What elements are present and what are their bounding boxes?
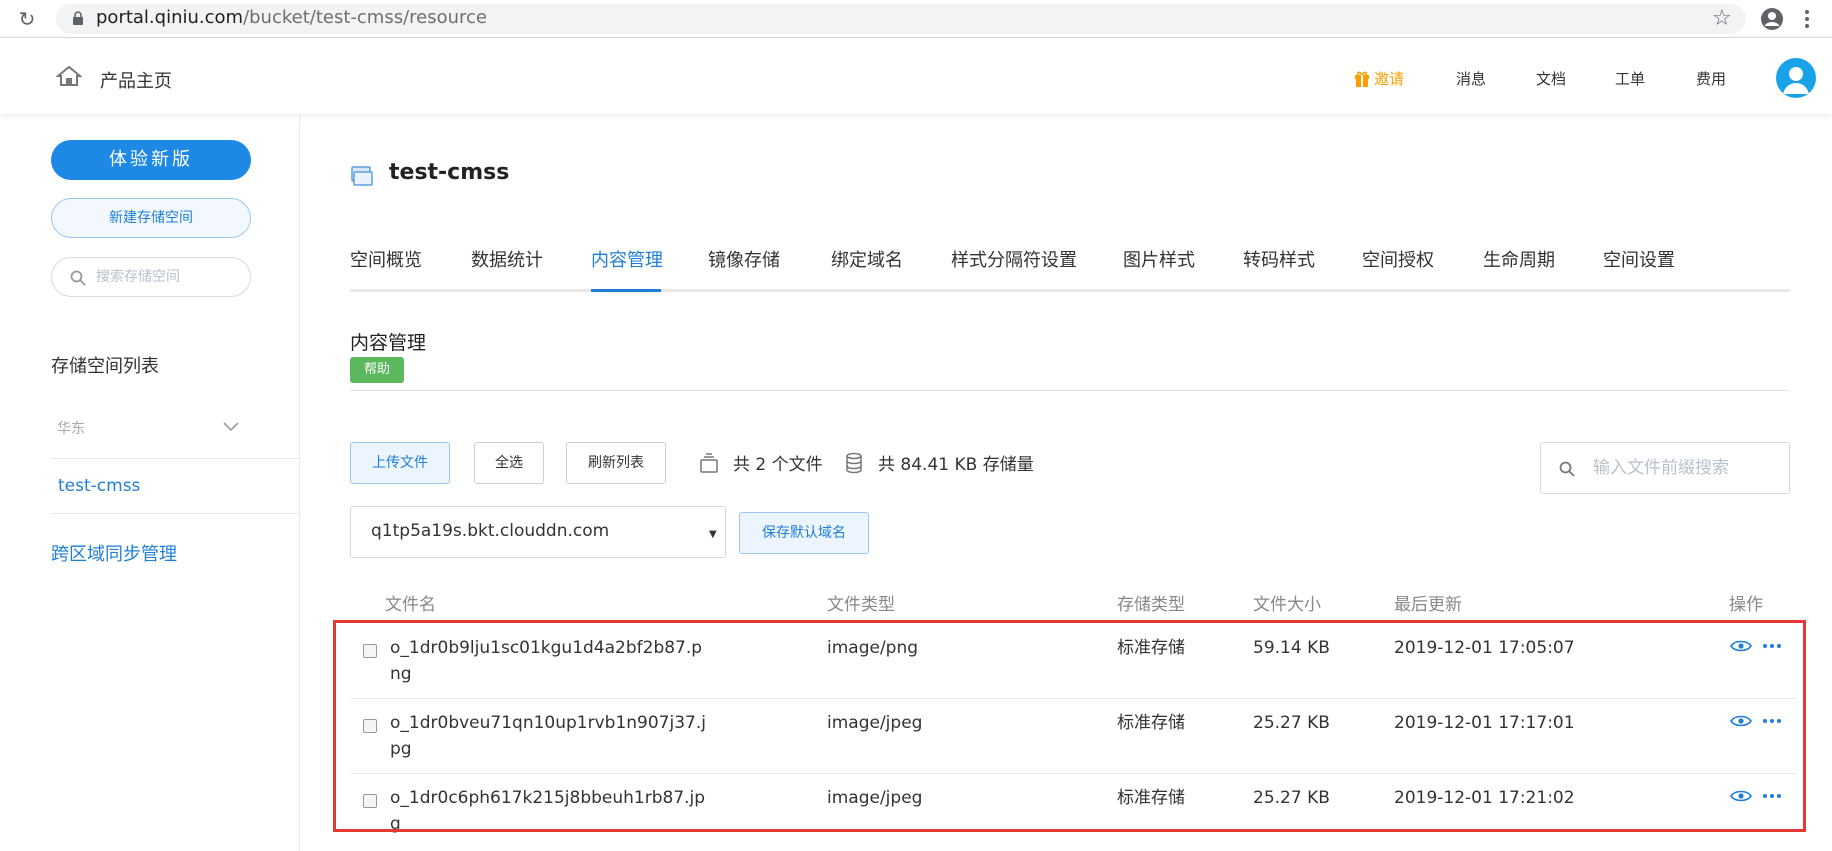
cross-region-sync-link[interactable]: 跨区域同步管理 [51, 540, 177, 566]
url-path: /bucket/test-cmss/resource [243, 7, 488, 28]
sidebar-item-test-cmss[interactable]: test-cmss [58, 476, 140, 496]
column-header-size: 文件大小 [1253, 595, 1321, 615]
new-bucket-button[interactable]: 新建存储空间 [51, 198, 251, 238]
url-domain: portal.qiniu.com [96, 7, 244, 28]
divider [350, 390, 1790, 391]
domain-select[interactable]: q1tp5a19s.bkt.clouddn.com ▼ [350, 506, 726, 558]
storage-stat: 共 84.41 KB 存储量 [844, 450, 1034, 475]
tab-style-separator[interactable]: 样式分隔符设置 [951, 246, 1077, 272]
user-icon [1783, 67, 1809, 94]
bookmark-star-icon[interactable]: ☆ [1712, 6, 1732, 31]
bucket-list-title: 存储空间列表 [51, 356, 159, 377]
tab-bar: 空间概览 数据统计 内容管理 镜像存储 绑定域名 样式分隔符设置 图片样式 转码… [350, 234, 1790, 292]
highlight-annotation-box [333, 620, 1806, 832]
tab-lifecycle[interactable]: 生命周期 [1483, 246, 1555, 272]
divider [51, 458, 300, 459]
lock-icon [73, 11, 83, 25]
tab-space-auth[interactable]: 空间授权 [1362, 246, 1434, 272]
column-header-updated: 最后更新 [1394, 595, 1462, 615]
caret-down-icon: ▼ [709, 529, 717, 540]
sidebar: 体验新版 新建存储空间 存储空间列表 华东 test-cmss 跨区域同步管理 [0, 114, 300, 851]
file-count-stat: 共 2 个文件 [699, 450, 823, 475]
storage-text: 共 84.41 KB 存储量 [878, 455, 1034, 475]
reload-icon[interactable]: ↻ [16, 8, 38, 30]
file-count-text: 共 2 个文件 [733, 455, 823, 475]
app-header: 产品主页 邀请 消息 文档 工单 费用 [0, 38, 1832, 114]
file-search-box [1540, 442, 1790, 494]
search-icon [70, 270, 86, 286]
nav-docs[interactable]: 文档 [1536, 68, 1566, 89]
bucket-icon [351, 166, 373, 186]
refresh-list-button[interactable]: 刷新列表 [566, 442, 666, 484]
search-icon [1559, 461, 1575, 477]
invite-label: 邀请 [1374, 70, 1405, 88]
home-link[interactable]: 产品主页 [100, 67, 172, 93]
bucket-search-box [51, 257, 251, 297]
save-default-domain-button[interactable]: 保存默认域名 [739, 512, 869, 554]
files-icon [700, 452, 718, 473]
browser-menu-icon[interactable] [1804, 8, 1810, 30]
column-header-actions: 操作 [1729, 595, 1763, 615]
tab-overview[interactable]: 空间概览 [350, 246, 422, 272]
file-prefix-search-input[interactable] [1593, 457, 1773, 479]
help-button[interactable]: 帮助 [350, 357, 404, 383]
browser-bar: ↻ portal.qiniu.com/bucket/test-cmss/reso… [0, 0, 1832, 38]
active-tab-indicator [591, 289, 661, 292]
nav-billing[interactable]: 费用 [1696, 68, 1726, 89]
invite-link[interactable]: 邀请 [1354, 68, 1404, 89]
domain-select-value: q1tp5a19s.bkt.clouddn.com [371, 521, 610, 541]
chevron-down-icon [223, 422, 239, 432]
try-new-version-button[interactable]: 体验新版 [51, 140, 251, 180]
avatar[interactable] [1776, 58, 1816, 98]
page-title: test-cmss [389, 160, 510, 185]
column-header-storage: 存储类型 [1117, 595, 1185, 615]
tab-image-style[interactable]: 图片样式 [1123, 246, 1195, 272]
database-icon [846, 452, 862, 473]
tab-transcode-style[interactable]: 转码样式 [1243, 246, 1315, 272]
tab-content-management[interactable]: 内容管理 [591, 246, 663, 272]
section-title: 内容管理 [350, 332, 427, 354]
nav-messages[interactable]: 消息 [1456, 68, 1486, 89]
home-icon[interactable] [56, 65, 82, 87]
column-header-type: 文件类型 [827, 595, 895, 615]
tab-statistics[interactable]: 数据统计 [471, 246, 543, 272]
nav-tickets[interactable]: 工单 [1615, 68, 1645, 89]
region-dropdown[interactable]: 华东 [51, 412, 251, 444]
divider [51, 513, 300, 514]
tab-mirror-storage[interactable]: 镜像存储 [708, 246, 780, 272]
upload-file-button[interactable]: 上传文件 [350, 442, 450, 484]
gift-icon [1355, 71, 1369, 87]
account-icon[interactable] [1760, 7, 1784, 31]
tab-space-settings[interactable]: 空间设置 [1603, 246, 1675, 272]
url-text[interactable]: portal.qiniu.com/bucket/test-cmss/resour… [96, 7, 487, 28]
column-header-name: 文件名 [385, 595, 436, 615]
region-label: 华东 [57, 421, 85, 437]
bucket-search-input[interactable] [96, 267, 236, 287]
tab-bind-domain[interactable]: 绑定域名 [831, 246, 903, 272]
select-all-button[interactable]: 全选 [474, 442, 544, 484]
